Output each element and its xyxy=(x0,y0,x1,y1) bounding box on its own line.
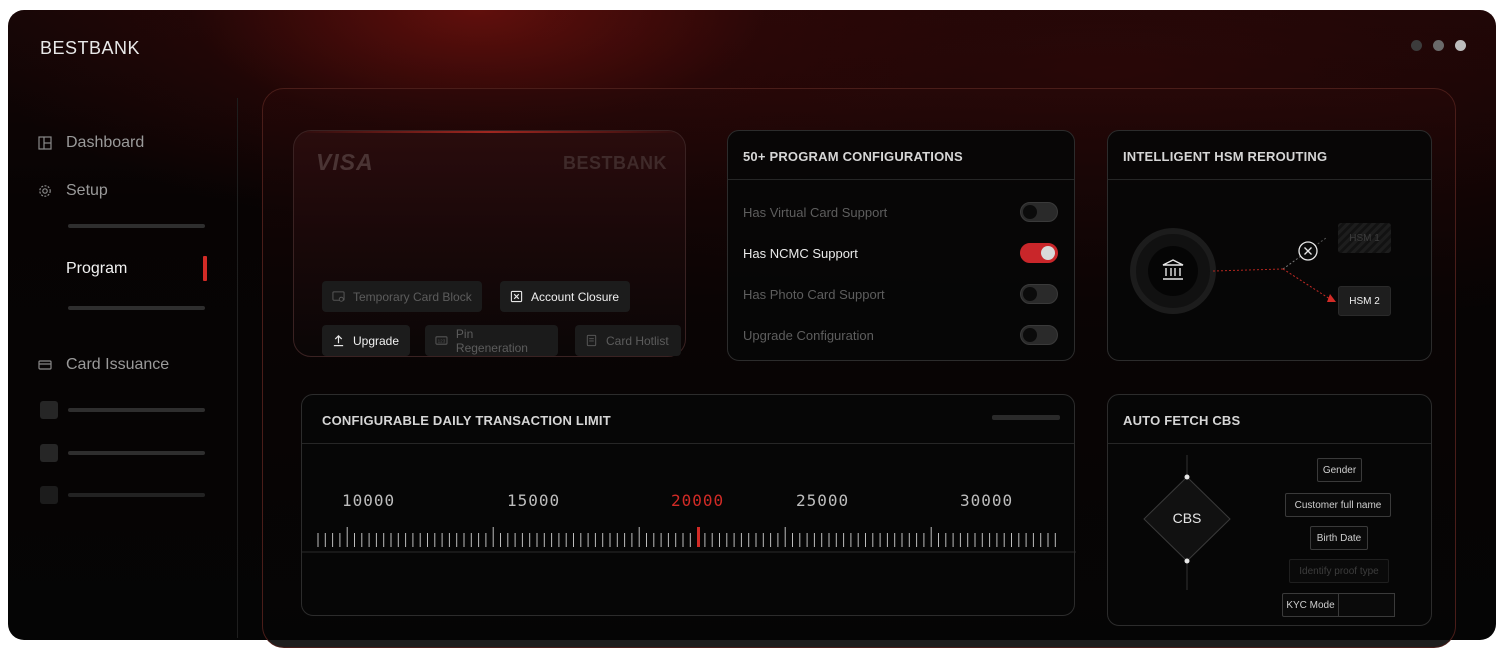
sidebar-item-setup[interactable]: Setup xyxy=(38,182,108,200)
close-box-icon xyxy=(510,290,523,303)
field-customer-full-name: Customer full name xyxy=(1285,493,1391,517)
header-placeholder-bar xyxy=(992,415,1060,420)
config-label: Has Virtual Card Support xyxy=(743,204,888,220)
field-birth-date: Birth Date xyxy=(1310,526,1368,550)
sidebar-placeholder-line xyxy=(68,493,205,497)
bank-icon xyxy=(1162,259,1184,280)
limit-slider-handle xyxy=(697,527,700,547)
config-label: Has Photo Card Support xyxy=(743,286,885,302)
field-kyc-mode: KYC Mode xyxy=(1282,593,1339,617)
pin-icon: 123 xyxy=(435,336,448,345)
cbs-node-label: CBS xyxy=(1172,510,1202,526)
temporary-card-block-button[interactable]: Temporary Card Block xyxy=(322,281,482,312)
upload-icon xyxy=(333,335,344,347)
dashboard-icon xyxy=(38,136,52,150)
auto-fetch-cbs-card: AUTO FETCH CBS CBS Gender Customer full … xyxy=(1107,394,1432,626)
card-title: AUTO FETCH CBS xyxy=(1108,395,1431,444)
ruler-label-25000: 25000 xyxy=(796,491,850,510)
kyc-mode-value[interactable] xyxy=(1338,593,1395,617)
sidebar-item-dashboard[interactable]: Dashboard xyxy=(38,134,144,152)
sidebar-item-program[interactable]: Program xyxy=(66,260,127,278)
sidebar-item-label: Dashboard xyxy=(66,134,145,151)
config-label: Has NCMC Support xyxy=(743,245,858,261)
window-dot-3[interactable] xyxy=(1455,40,1466,51)
ruler-label-30000: 30000 xyxy=(960,491,1014,510)
upgrade-button[interactable]: Upgrade xyxy=(322,325,410,356)
pin-regeneration-button[interactable]: 123 Pin Regeneration xyxy=(425,325,558,356)
limit-ruler-slider[interactable] xyxy=(302,519,1076,555)
field-identify-proof-type: Identify proof type xyxy=(1289,559,1389,583)
config-row-upgrade: Upgrade Configuration xyxy=(743,325,1058,345)
app-title: BESTBANK xyxy=(40,38,141,58)
card-hotlist-button[interactable]: Card Hotlist xyxy=(575,325,681,356)
sidebar-placeholder-line xyxy=(68,306,205,310)
window-controls[interactable] xyxy=(1411,40,1466,51)
button-label: Account Closure xyxy=(531,289,620,304)
ruler-label-20000: 20000 xyxy=(671,491,725,510)
window-dot-1[interactable] xyxy=(1411,40,1422,51)
config-label: Upgrade Configuration xyxy=(743,327,874,343)
sidebar-item-label: Setup xyxy=(66,182,108,199)
account-closure-button[interactable]: Account Closure xyxy=(500,281,630,312)
hsm-routing-diagram xyxy=(1130,228,1336,314)
ruler-label-15000: 15000 xyxy=(507,491,561,510)
ncmc-toggle[interactable] xyxy=(1020,243,1058,263)
sidebar-item-card-issuance[interactable]: Card Issuance xyxy=(38,356,169,374)
visa-logo: VISA xyxy=(316,149,374,175)
sidebar-placeholder-line xyxy=(68,408,205,412)
gear-icon xyxy=(39,185,51,197)
placeholder-icon xyxy=(40,444,58,462)
virtual-card-toggle[interactable] xyxy=(1020,202,1058,222)
blocked-icon xyxy=(1298,241,1318,261)
placeholder-icon xyxy=(40,486,58,504)
card-preview: VISA BESTBANK xyxy=(293,130,686,357)
active-item-marker xyxy=(203,256,207,281)
sidebar: Dashboard Setup Program Card Issuance xyxy=(8,98,238,638)
document-icon xyxy=(586,334,597,347)
sidebar-placeholder-line xyxy=(68,451,205,455)
sidebar-placeholder-line xyxy=(68,224,205,228)
card-title: 50+ PROGRAM CONFIGURATIONS xyxy=(728,131,1074,180)
card-brand: BESTBANK xyxy=(562,153,667,173)
button-label: Temporary Card Block xyxy=(353,289,472,304)
hsm-rerouting-card: INTELLIGENT HSM REROUTING HSM 1 HSM 2 xyxy=(1107,130,1432,361)
program-config-card: 50+ PROGRAM CONFIGURATIONS Has Virtual C… xyxy=(727,130,1075,361)
ruler-label-10000: 10000 xyxy=(342,491,396,510)
button-label: Pin Regeneration xyxy=(455,326,528,355)
button-label: Upgrade xyxy=(353,333,400,348)
card-title: CONFIGURABLE DAILY TRANSACTION LIMIT xyxy=(302,395,1074,444)
placeholder-icon xyxy=(40,401,58,419)
field-gender: Gender xyxy=(1317,458,1362,482)
card-title: INTELLIGENT HSM REROUTING xyxy=(1108,131,1431,180)
hsm-2-node[interactable]: HSM 2 xyxy=(1338,286,1391,316)
sidebar-item-label: Card Issuance xyxy=(66,356,170,373)
window-dot-2[interactable] xyxy=(1433,40,1444,51)
button-label: Card Hotlist xyxy=(606,333,669,348)
svg-text:123: 123 xyxy=(438,338,446,343)
photo-card-toggle[interactable] xyxy=(1020,284,1058,304)
transaction-limit-card: CONFIGURABLE DAILY TRANSACTION LIMIT 100… xyxy=(301,394,1076,616)
config-row-photo-card: Has Photo Card Support xyxy=(743,284,1058,304)
config-row-virtual-card: Has Virtual Card Support xyxy=(743,202,1058,222)
card-block-icon xyxy=(332,291,345,302)
hsm-1-node[interactable]: HSM 1 xyxy=(1338,223,1391,253)
card-icon xyxy=(38,360,52,370)
upgrade-config-toggle[interactable] xyxy=(1020,325,1058,345)
config-row-ncmc: Has NCMC Support xyxy=(743,243,1058,263)
